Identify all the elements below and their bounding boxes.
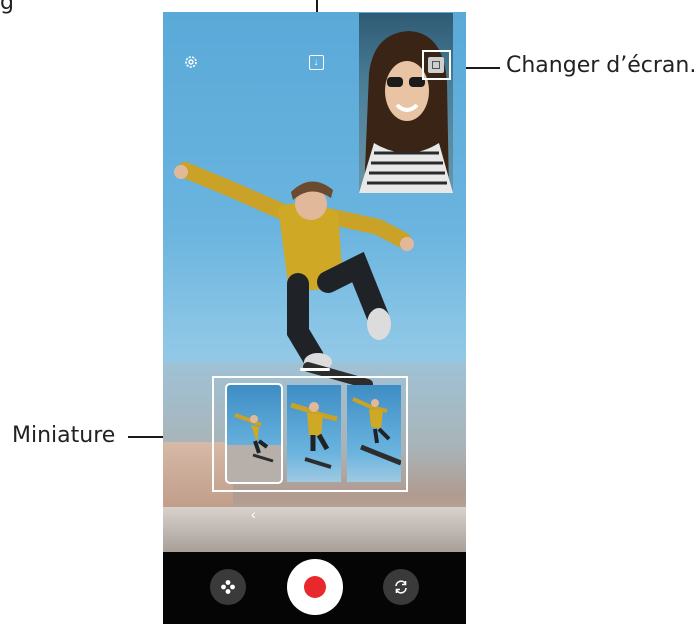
selfie-image bbox=[359, 31, 453, 193]
flip-camera-icon[interactable] bbox=[383, 569, 419, 605]
record-button[interactable] bbox=[287, 559, 343, 615]
thumbnail-callout-label: Miniature bbox=[12, 423, 116, 448]
thumbnail-item[interactable] bbox=[225, 383, 283, 484]
download-icon[interactable]: ↓ bbox=[308, 54, 324, 70]
panel-drag-handle[interactable] bbox=[300, 368, 330, 371]
chevron-left-icon[interactable]: ‹ bbox=[251, 506, 256, 522]
thumbnail-strip bbox=[212, 376, 408, 492]
partial-caption-text: g bbox=[0, 0, 14, 15]
thumbnail-item[interactable] bbox=[347, 385, 401, 482]
thumbnail-item[interactable] bbox=[287, 385, 341, 482]
switch-screen-callout-label: Changer d’écran. bbox=[506, 53, 697, 78]
phone-screen: ↓ ‹ bbox=[163, 12, 466, 624]
record-icon bbox=[304, 576, 326, 598]
switch-screen-icon[interactable] bbox=[428, 57, 444, 73]
front-camera-preview[interactable] bbox=[359, 13, 453, 193]
gear-icon[interactable] bbox=[183, 54, 199, 70]
flower-icon[interactable] bbox=[210, 569, 246, 605]
callout-line-switch-screen bbox=[460, 67, 500, 69]
camera-control-bar bbox=[163, 552, 466, 624]
camera-viewfinder[interactable]: ↓ ‹ bbox=[163, 12, 466, 552]
